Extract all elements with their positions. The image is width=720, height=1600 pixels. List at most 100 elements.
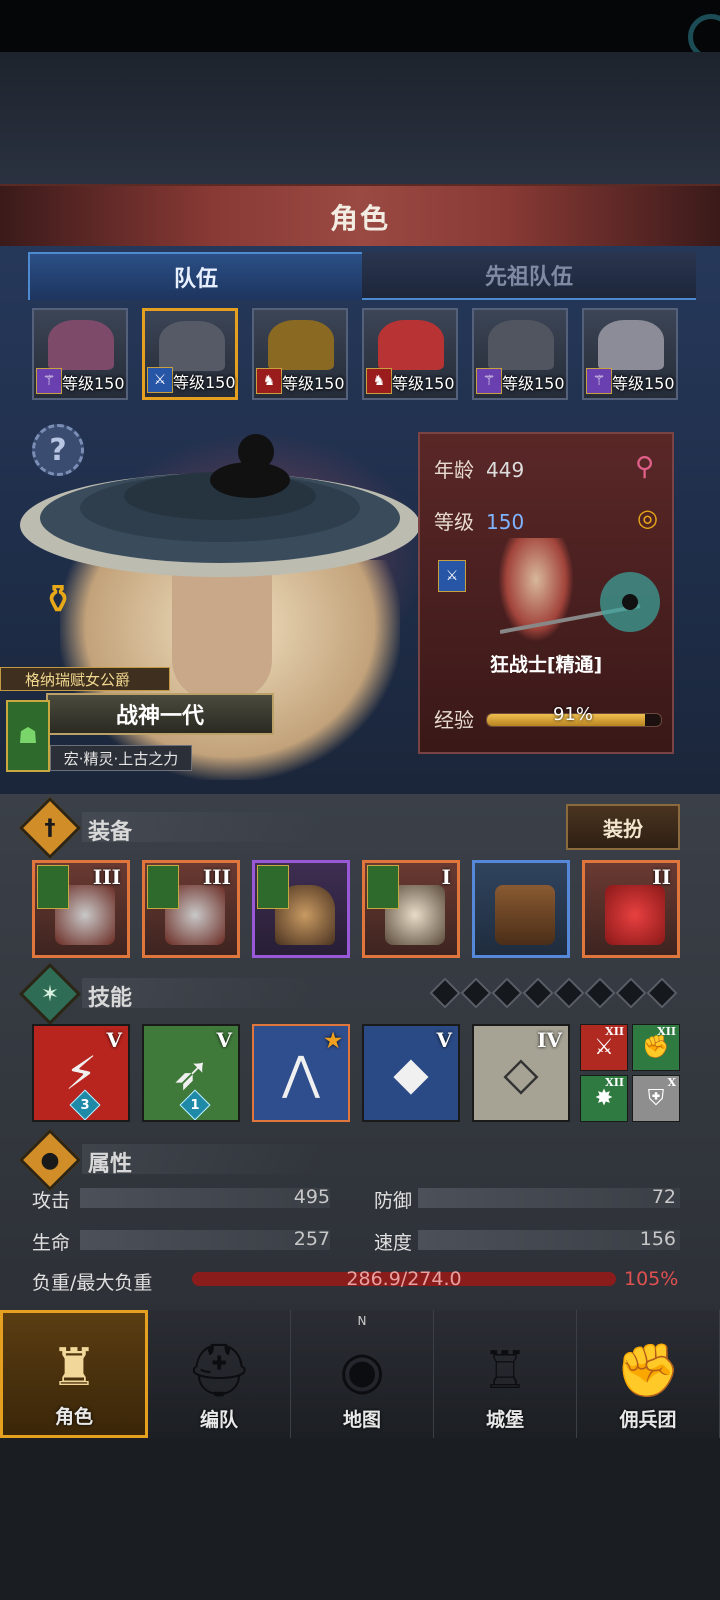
nav-label: 城堡 bbox=[485, 1409, 524, 1431]
helmet-icon: ⛑ bbox=[185, 1341, 252, 1401]
knight-icon: ♜ bbox=[50, 1338, 98, 1398]
skill-1[interactable]: ⚡ V 3 bbox=[32, 1024, 130, 1122]
skill-2[interactable]: ➶ V 1 bbox=[142, 1024, 240, 1122]
passive-tier: X bbox=[667, 1076, 676, 1089]
hero-portrait bbox=[159, 321, 225, 371]
hero-portrait bbox=[48, 320, 114, 370]
ring-icon: ◎ bbox=[637, 504, 658, 532]
hp-label: 生命 bbox=[32, 1232, 71, 1254]
equipment-tier: III bbox=[202, 865, 231, 889]
empty-slot-diamond bbox=[584, 977, 616, 1009]
equipment-slot-3[interactable] bbox=[252, 860, 350, 958]
hero-title: 格纳瑞赋女公爵 bbox=[0, 667, 170, 691]
load-value: 286.9/274.0 bbox=[346, 1268, 462, 1290]
nav-label: 佣兵团 bbox=[619, 1409, 677, 1431]
sword-icon: ⚔ bbox=[438, 560, 466, 592]
knot-charm-icon bbox=[605, 885, 665, 945]
passive-skill-3[interactable]: ✸ XII bbox=[580, 1075, 628, 1122]
hp-value: 257 bbox=[293, 1228, 330, 1250]
passive-tier: XII bbox=[605, 1025, 624, 1038]
axe-icon bbox=[500, 572, 660, 634]
equipment-title: 装备 bbox=[88, 820, 133, 845]
hero-level: 等级150 bbox=[282, 374, 345, 393]
hero-portrait bbox=[598, 320, 664, 370]
tab-ancestor-team[interactable]: 先祖队伍 bbox=[362, 252, 696, 300]
load-percent: 105% bbox=[624, 1268, 679, 1290]
passive-skill-2[interactable]: ✊ XII bbox=[632, 1024, 680, 1071]
nav-label: 角色 bbox=[54, 1406, 93, 1428]
team-member-6[interactable]: ⚚ 等级150 bbox=[582, 308, 678, 400]
empty-slot-diamond bbox=[522, 977, 554, 1009]
empty-slot-diamond bbox=[646, 977, 678, 1009]
nav-label: 地图 bbox=[342, 1409, 381, 1431]
team-member-1[interactable]: ⚚ 等级150 bbox=[32, 308, 128, 400]
hero-portrait bbox=[268, 320, 334, 370]
skill-5[interactable]: ◇ IV bbox=[472, 1024, 570, 1122]
load-label: 负重/最大负重 bbox=[32, 1272, 153, 1294]
dress-up-button[interactable]: 装扮 bbox=[566, 804, 680, 850]
faction-banner-icon bbox=[367, 865, 399, 909]
hero-level: 等级150 bbox=[173, 373, 236, 392]
equipment-tier: I bbox=[441, 865, 451, 889]
team-member-3[interactable]: ♞ 等级150 bbox=[252, 308, 348, 400]
skill-tier: V bbox=[106, 1028, 122, 1052]
potion-icon[interactable]: ⚱ bbox=[32, 570, 84, 630]
defense-label: 防御 bbox=[374, 1190, 413, 1212]
level-value: 150 bbox=[486, 510, 525, 534]
sword-icon: ⚔ bbox=[147, 367, 173, 393]
tab-team[interactable]: 队伍 bbox=[28, 252, 364, 300]
empty-slot-diamond bbox=[460, 977, 492, 1009]
level-label: 等级 bbox=[434, 510, 474, 534]
hero-level: 等级150 bbox=[392, 374, 455, 393]
skill-3[interactable]: ⋀ ★ bbox=[252, 1024, 350, 1122]
equipment-slot-6[interactable]: II bbox=[582, 860, 680, 958]
hero-level: 等级150 bbox=[502, 374, 565, 393]
nav-formation[interactable]: ⛑ 编队 bbox=[148, 1310, 291, 1438]
skill-level: 1 bbox=[190, 1097, 200, 1113]
hero-level: 等级150 bbox=[612, 374, 675, 393]
help-button[interactable]: ? bbox=[32, 424, 84, 476]
staff-icon: ⚚ bbox=[476, 368, 502, 394]
faction-banner-icon bbox=[257, 865, 289, 909]
beast-icon: ♞ bbox=[256, 368, 282, 394]
attack-value: 495 bbox=[293, 1186, 330, 1208]
female-icon: ⚲ bbox=[634, 452, 654, 482]
equipment-slot-2[interactable]: III bbox=[142, 860, 240, 958]
age-value: 449 bbox=[486, 458, 525, 482]
empty-slot-diamond bbox=[615, 977, 647, 1009]
team-member-5[interactable]: ⚚ 等级150 bbox=[472, 308, 568, 400]
compass-north-label: N bbox=[357, 1314, 367, 1328]
castle-icon: ♖ bbox=[481, 1341, 529, 1401]
nav-mercenaries[interactable]: ✊ 佣兵团 bbox=[577, 1310, 720, 1438]
skill-level: 3 bbox=[80, 1097, 90, 1113]
bottom-nav: ♜ 角色 ⛑ 编队 N ◉ 地图 ♖ 城堡 ✊ 佣兵团 bbox=[0, 1310, 720, 1438]
nav-map[interactable]: N ◉ 地图 bbox=[291, 1310, 434, 1438]
empty-slot-diamond bbox=[553, 977, 585, 1009]
team-roster: ⚚ 等级150 ⚔ 等级150 ♞ 等级150 ♞ 等级150 ⚚ 等级150 ⚚ 等级15… bbox=[32, 308, 678, 400]
hero-name[interactable]: 战神一代 bbox=[46, 693, 274, 735]
empty-slot-diamond bbox=[491, 977, 523, 1009]
speed-label: 速度 bbox=[374, 1232, 413, 1254]
staff-icon: ⚚ bbox=[36, 368, 62, 394]
status-bar bbox=[0, 0, 720, 60]
skill-tier: V bbox=[216, 1028, 232, 1052]
passive-skill-4[interactable]: ⛨ X bbox=[632, 1075, 680, 1122]
equipment-slot-5[interactable] bbox=[472, 860, 570, 958]
equipment-tier: II bbox=[652, 865, 671, 889]
age-row: 年龄 449 bbox=[434, 454, 524, 483]
nav-character[interactable]: ♜ 角色 bbox=[0, 1310, 148, 1438]
team-member-2[interactable]: ⚔ 等级150 bbox=[142, 308, 238, 400]
skills-title: 技能 bbox=[88, 986, 133, 1011]
passive-tier: XII bbox=[605, 1076, 624, 1089]
nav-label: 编队 bbox=[199, 1409, 238, 1431]
passive-skill-1[interactable]: ⚔ XII bbox=[580, 1024, 628, 1071]
bottom-area bbox=[0, 1438, 720, 1600]
attack-label: 攻击 bbox=[32, 1190, 71, 1212]
skill-4[interactable]: ◆ V bbox=[362, 1024, 460, 1122]
speed-value: 156 bbox=[639, 1228, 676, 1250]
team-member-4[interactable]: ♞ 等级150 bbox=[362, 308, 458, 400]
skill-tier: IV bbox=[537, 1028, 562, 1052]
equipment-slot-4[interactable]: I bbox=[362, 860, 460, 958]
equipment-slot-1[interactable]: III bbox=[32, 860, 130, 958]
nav-castle[interactable]: ♖ 城堡 bbox=[434, 1310, 577, 1438]
